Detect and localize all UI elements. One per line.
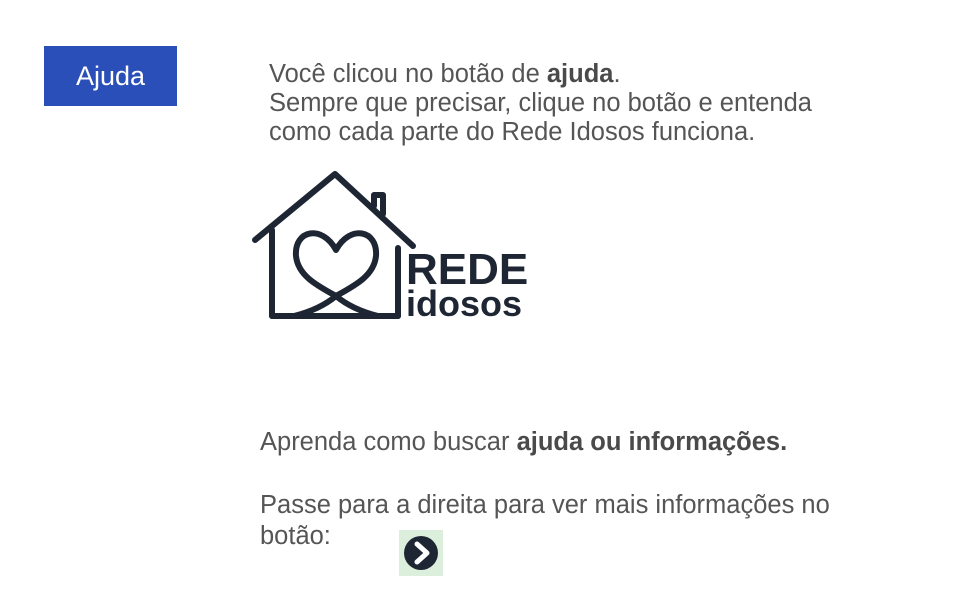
help-screen: Ajuda Você clicou no botão de ajuda. Sem… <box>0 0 960 600</box>
chevron-right-circle-icon <box>404 536 438 570</box>
intro-line-1: Você clicou no botão de ajuda. <box>269 60 621 88</box>
logo-word-idosos: idosos <box>406 283 522 324</box>
intro-line-3: como cada parte do Rede Idosos funciona. <box>269 118 756 146</box>
intro-bold-word: ajuda <box>546 60 614 88</box>
help-button[interactable]: Ajuda <box>44 46 177 106</box>
swipe-line-2: botão: <box>260 522 331 550</box>
intro-line-2: Sempre que precisar, clique no botão e e… <box>269 89 812 117</box>
help-intro-text: Você clicou no botão de ajuda. Sempre qu… <box>269 60 929 147</box>
next-button[interactable] <box>399 530 443 576</box>
learn-text: Aprenda como buscar ajuda ou informações… <box>260 428 788 456</box>
swipe-line-1: Passe para a direita para ver mais infor… <box>260 491 830 519</box>
swipe-instruction: Passe para a direita para ver mais infor… <box>260 490 940 552</box>
learn-bold-text: ajuda ou informações. <box>516 428 788 456</box>
rede-idosos-logo: REDE idosos <box>252 171 528 324</box>
